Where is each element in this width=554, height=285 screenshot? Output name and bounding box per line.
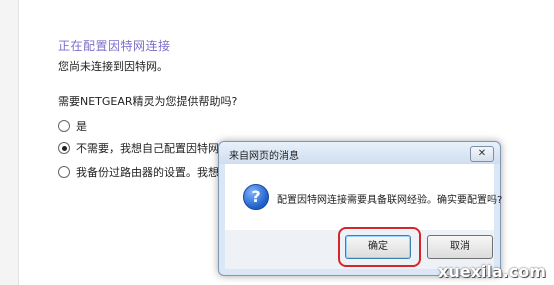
dialog-body: ? 配置因特网连接需要具备联网经验。确实要配置吗? xyxy=(225,164,502,230)
question-icon: ? xyxy=(243,184,269,210)
radio-backup[interactable] xyxy=(58,166,70,178)
confirm-dialog: 来自网页的消息 ✕ ? 配置因特网连接需要具备联网经验。确实要配置吗? 确定 取… xyxy=(218,141,502,276)
option-backup[interactable]: 我备份过路由器的设置。我想 xyxy=(58,164,219,180)
close-button[interactable]: ✕ xyxy=(470,146,494,162)
help-question: 需要NETGEAR精灵为您提供帮助吗? xyxy=(58,95,238,108)
cancel-button[interactable]: 取消 xyxy=(427,235,493,259)
dialog-message: 配置因特网连接需要具备联网经验。确实要配置吗? xyxy=(277,195,503,206)
option-yes[interactable]: 是 xyxy=(58,118,87,134)
ok-button[interactable]: 确定 xyxy=(345,235,411,259)
option-yes-label: 是 xyxy=(76,120,87,133)
dialog-title: 来自网页的消息 xyxy=(229,151,299,162)
status-text: 您尚未连接到因特网。 xyxy=(58,60,168,73)
radio-yes[interactable] xyxy=(58,120,70,132)
radio-no[interactable] xyxy=(58,142,70,154)
page-heading: 正在配置因特网连接 xyxy=(58,39,171,53)
option-no-label: 不需要，我想自己配置因特网连 xyxy=(76,142,230,155)
dialog-titlebar[interactable]: 来自网页的消息 ✕ xyxy=(219,142,500,164)
option-backup-label: 我备份过路由器的设置。我想 xyxy=(76,166,219,179)
watermark: xuexila.com xyxy=(438,262,546,281)
option-no[interactable]: 不需要，我想自己配置因特网连 xyxy=(58,140,230,156)
